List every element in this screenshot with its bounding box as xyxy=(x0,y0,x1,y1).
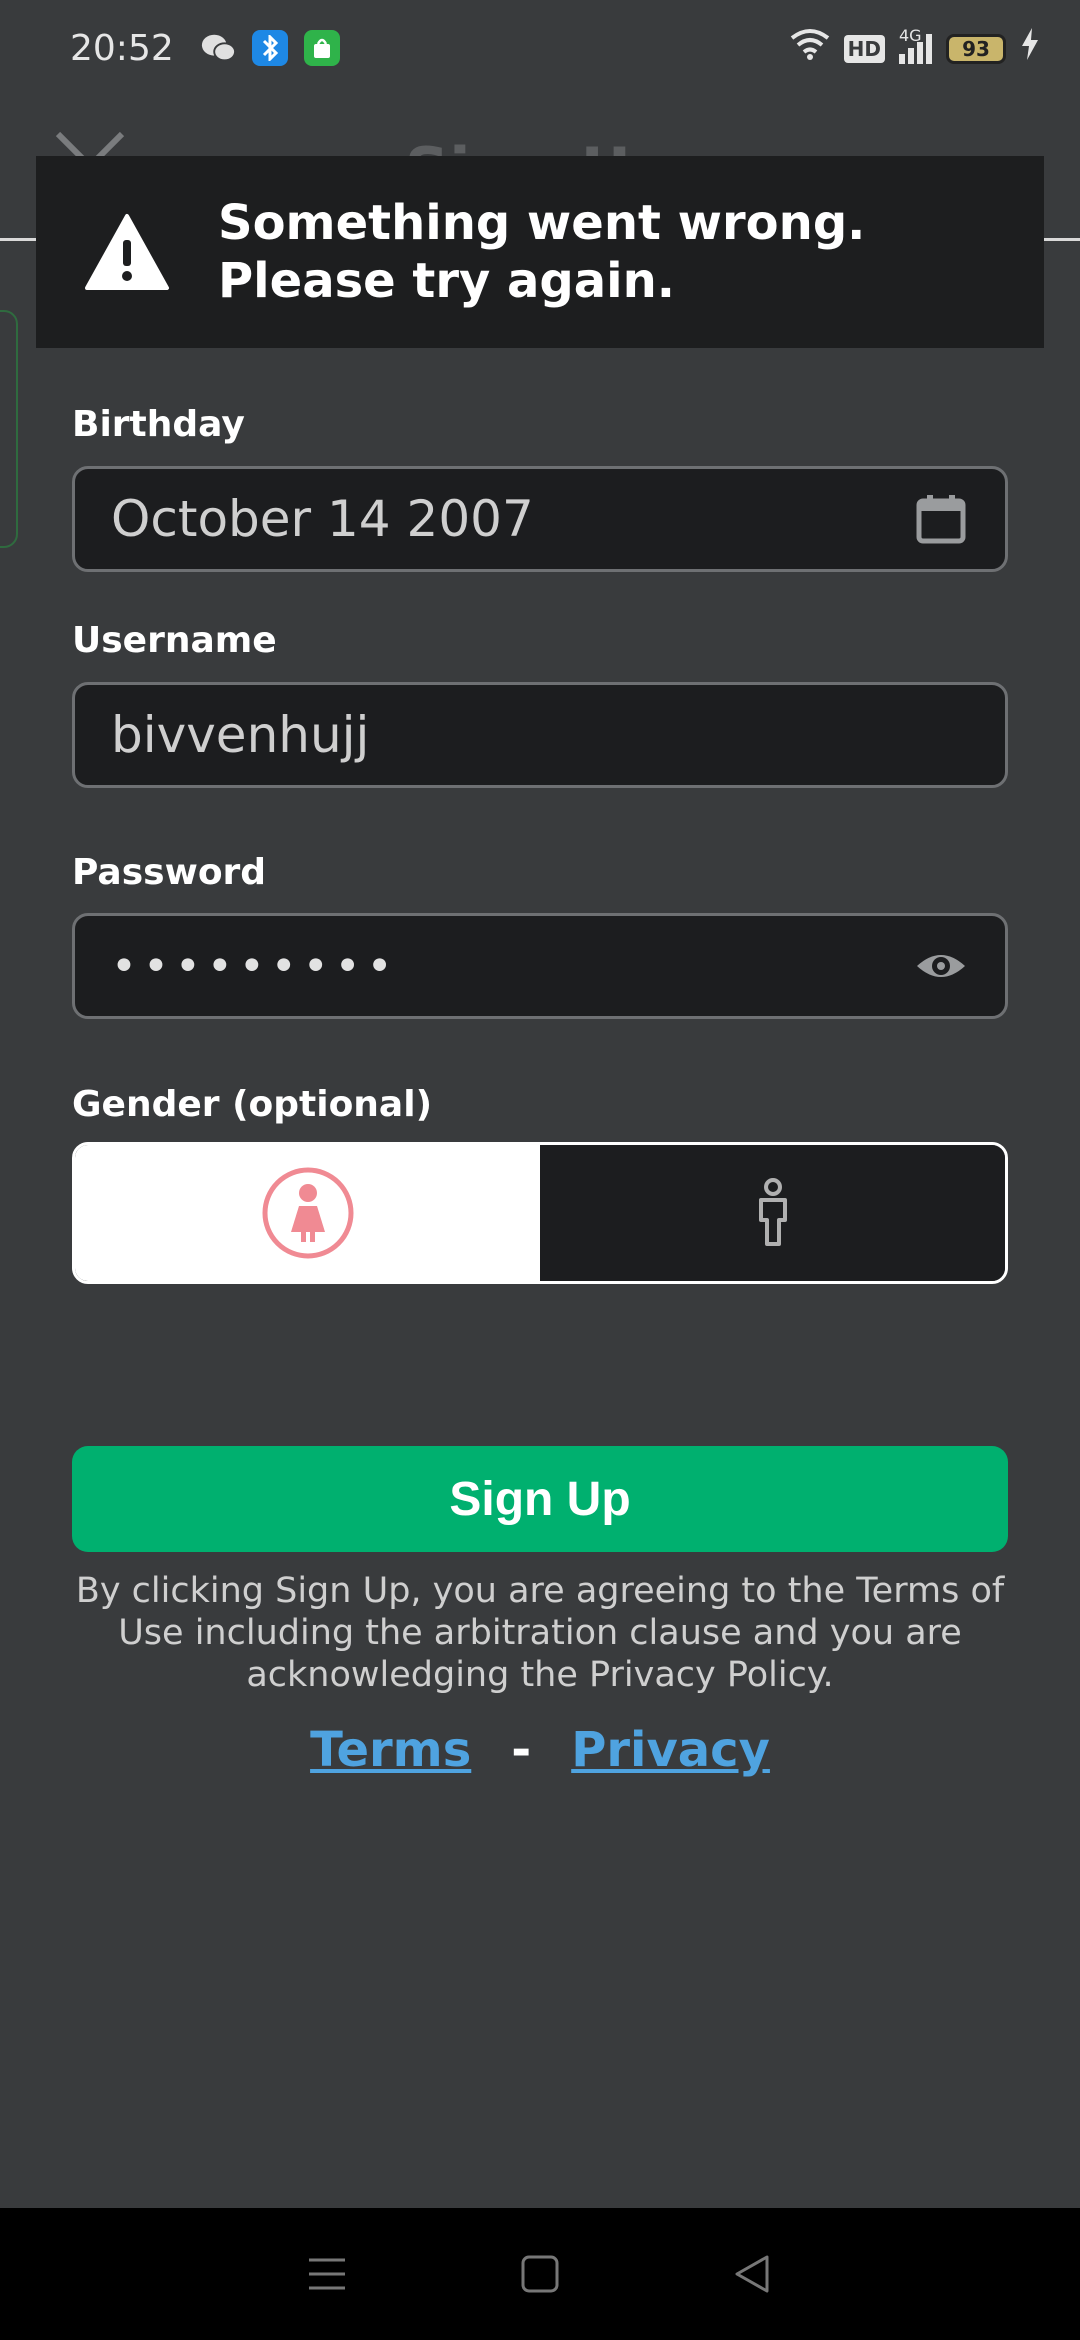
hd-icon: HD xyxy=(843,34,885,63)
username-label: Username xyxy=(72,620,277,661)
system-nav-bar xyxy=(0,2208,1080,2340)
legal-text: By clicking Sign Up, you are agreeing to… xyxy=(75,1571,1005,1695)
eye-icon[interactable] xyxy=(913,938,969,994)
error-banner: Something went wrong. Please try again. xyxy=(36,156,1044,348)
menu-nav-button[interactable] xyxy=(297,2244,357,2304)
link-separator: - xyxy=(511,1722,532,1778)
gender-female-option[interactable] xyxy=(75,1145,540,1281)
password-label: Password xyxy=(72,852,267,893)
gender-label: Gender (optional) xyxy=(72,1084,433,1125)
birthday-value: October 14 2007 xyxy=(111,490,534,548)
back-nav-button[interactable] xyxy=(723,2244,783,2304)
network-type-label: 4G xyxy=(899,25,922,45)
signup-button[interactable]: Sign Up xyxy=(72,1446,1008,1552)
battery-icon: 93 xyxy=(946,33,1006,64)
female-icon xyxy=(262,1167,353,1259)
status-icons: HD 4G 93 xyxy=(790,26,1040,69)
username-value: bivvenhujj xyxy=(111,706,370,764)
signal-4g-icon: 4G xyxy=(899,26,932,64)
bluetooth-app-icon xyxy=(251,30,288,66)
warning-icon xyxy=(85,214,169,290)
menu-icon xyxy=(308,2258,345,2290)
home-nav-button[interactable] xyxy=(510,2244,570,2304)
legal-links: Terms - Privacy xyxy=(0,1722,1080,1778)
terms-link[interactable]: Terms xyxy=(310,1722,471,1778)
gender-male-option[interactable] xyxy=(540,1145,1005,1281)
signup-screen: 20:52 HD 4G 93 Something went wrong. Ple… xyxy=(0,0,1080,2340)
back-icon xyxy=(735,2255,769,2293)
status-bar: 20:52 HD 4G 93 xyxy=(0,0,1080,96)
charging-icon xyxy=(1020,28,1040,69)
password-value: ••••••••• xyxy=(111,940,399,992)
birthday-label: Birthday xyxy=(72,404,245,445)
wifi-icon xyxy=(790,28,830,69)
gender-toggle xyxy=(72,1142,1008,1284)
male-icon xyxy=(758,1178,787,1246)
home-icon xyxy=(521,2255,559,2293)
error-message: Something went wrong. Please try again. xyxy=(218,195,866,309)
birthday-field[interactable]: October 14 2007 xyxy=(72,466,1008,572)
calendar-icon[interactable] xyxy=(913,491,969,547)
wechat-icon xyxy=(200,30,236,66)
password-field[interactable]: ••••••••• xyxy=(72,913,1008,1019)
username-field[interactable]: bivvenhujj xyxy=(72,682,1008,788)
background-card-edge xyxy=(0,310,18,548)
status-time: 20:52 xyxy=(70,27,174,69)
store-app-icon xyxy=(303,30,340,66)
privacy-link[interactable]: Privacy xyxy=(571,1722,770,1778)
